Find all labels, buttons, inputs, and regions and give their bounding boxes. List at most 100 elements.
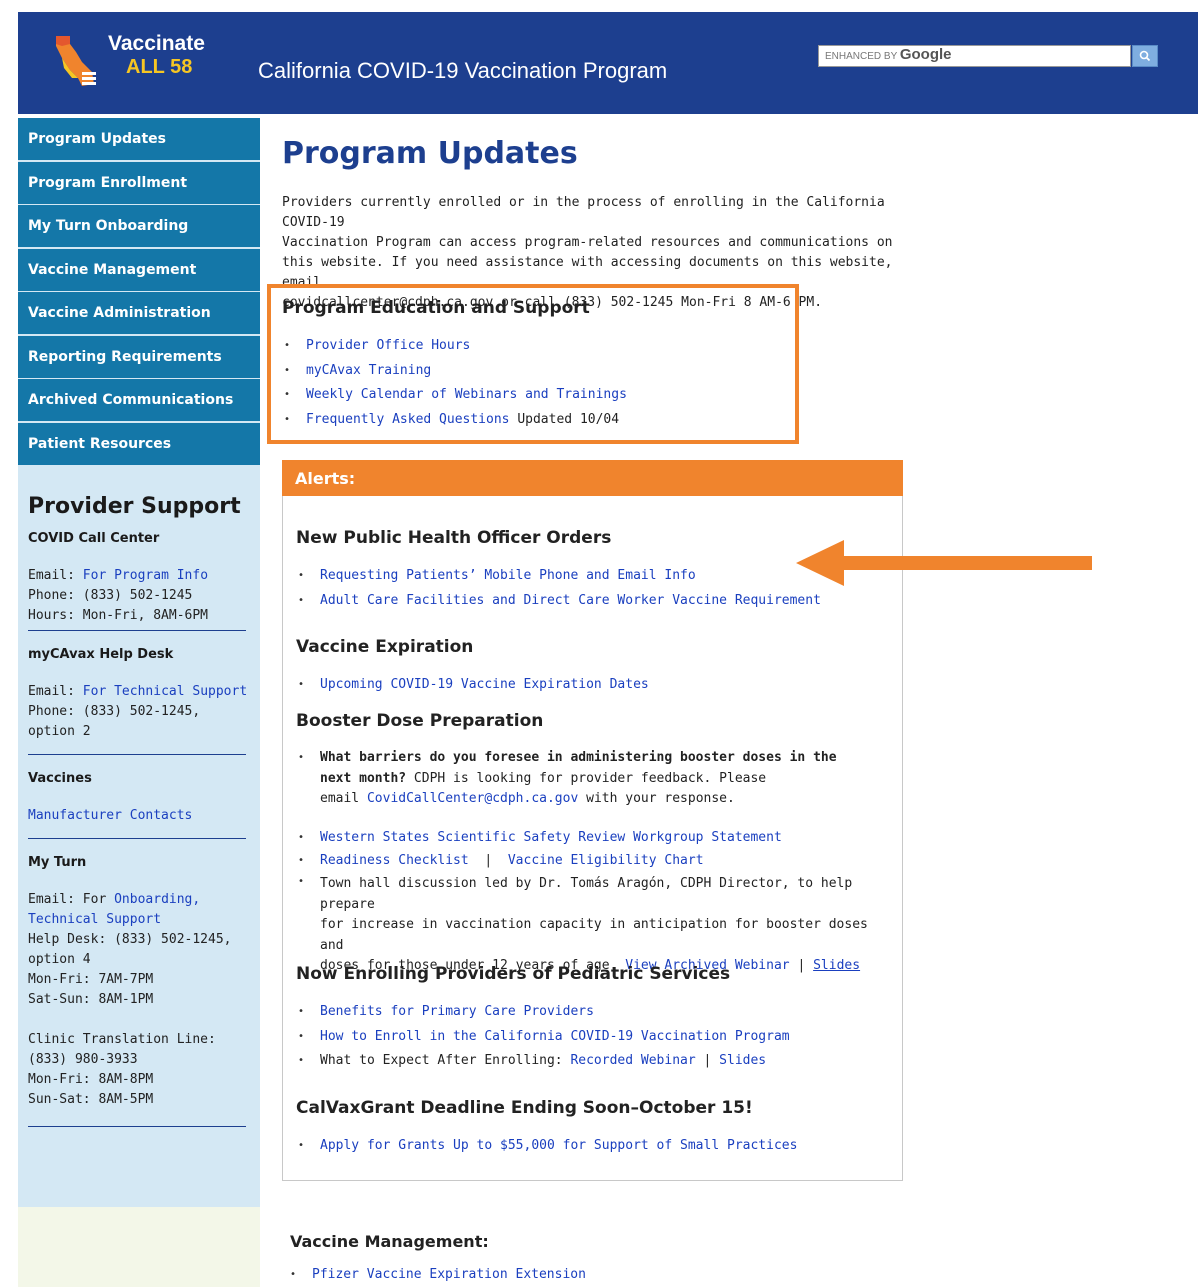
sidebar-item-vaccine-administration[interactable]: Vaccine Administration [18,292,260,334]
adult-care-link[interactable]: Adult Care Facilities and Direct Care Wo… [320,593,821,608]
patients-info-link[interactable]: Requesting Patients’ Mobile Phone and Em… [320,568,696,583]
my-turn-hours-weekend: Sat-Sun: 8AM-1PM [28,992,154,1007]
manufacturer-contacts-link[interactable]: Manufacturer Contacts [28,808,192,823]
translation-line-phone: (833) 980-3933 [28,1052,138,1067]
pediatric-slides-link[interactable]: Slides [719,1053,766,1068]
western-states-link[interactable]: Western States Scientific Safety Review … [320,830,782,845]
mycavax-training-link[interactable]: myCAvax Training [306,363,431,378]
link-separator: | [484,853,493,868]
eligibility-chart-link[interactable]: Vaccine Eligibility Chart [508,853,704,868]
sidebar-nav: Program Updates Program Enrollment My Tu… [18,118,260,466]
help-desk-phone: Phone: (833) 502-1245, [28,704,201,719]
sidebar-item-archived-communications[interactable]: Archived Communications [18,379,260,421]
provider-support-title: Provider Support [28,494,241,519]
sidebar-item-vaccine-management[interactable]: Vaccine Management [18,248,260,291]
list-item: Weekly Calendar of Webinars and Training… [282,383,792,408]
faq-link[interactable]: Frequently Asked Questions [306,412,510,427]
technical-support-link[interactable]: Technical Support [28,912,161,927]
weekly-calendar-link[interactable]: Weekly Calendar of Webinars and Training… [306,387,627,402]
list-item: Provider Office Hours [282,334,792,359]
what-to-expect-text: What to Expect After Enrolling: [320,1053,571,1068]
list-item: Adult Care Facilities and Direct Care Wo… [296,589,886,614]
sidebar-item-my-turn-onboarding[interactable]: My Turn Onboarding [18,205,260,247]
search-icon [1139,50,1151,62]
grant-list: Apply for Grants Up to $55,000 for Suppo… [296,1134,886,1159]
pfizer-expiration-link[interactable]: Pfizer Vaccine Expiration Extension [312,1267,586,1282]
readiness-checklist-link[interactable]: Readiness Checklist [320,853,469,868]
booster-links-list: Western States Scientific Safety Review … [296,826,886,977]
intro-line: Vaccination Program can access program-r… [282,235,893,250]
help-desk-email-label: Email: [28,684,75,699]
search-button[interactable] [1132,45,1158,67]
apply-grants-link[interactable]: Apply for Grants Up to $55,000 for Suppo… [320,1138,797,1153]
booster-email-link[interactable]: CovidCallCenter@cdph.ca.gov [367,791,578,806]
my-turn-option: option 4 [28,952,91,967]
provider-office-hours-link[interactable]: Provider Office Hours [306,338,470,353]
help-desk-option: option 2 [28,724,91,739]
vaccine-management-title: Vaccine Management: [290,1232,489,1251]
sidebar-item-program-updates[interactable]: Program Updates [18,118,260,160]
recorded-webinar-link[interactable]: Recorded Webinar [570,1053,695,1068]
translation-hours-1: Mon-Fri: 8AM-8PM [28,1072,154,1087]
booster-question-list: What barriers do you foresee in administ… [296,748,886,810]
list-item: What to Expect After Enrolling: Recorded… [296,1049,886,1074]
list-item: Town hall discussion led by Dr. Tomás Ar… [296,872,886,977]
call-center-email-label: Email: [28,568,75,583]
search-enhanced-label: ENHANCED BY [825,51,898,62]
page: Vaccinate ALL 58 California COVID-19 Vac… [0,0,1199,1287]
townhall-slides-link[interactable]: Slides [813,958,860,973]
list-item: myCAvax Training [282,359,792,384]
sidebar-item-patient-resources[interactable]: Patient Resources [18,422,260,465]
list-item: Benefits for Primary Care Providers [296,1000,886,1025]
call-center-hours: Hours: Mon-Fri, 8AM-6PM [28,608,209,623]
search-input[interactable]: ENHANCED BY Google [818,45,1131,67]
translation-hours-2: Sun-Sat: 8AM-5PM [28,1092,154,1107]
vaccine-management-list: Pfizer Vaccine Expiration Extension [288,1265,888,1285]
translation-line-title: Clinic Translation Line: [28,1032,216,1047]
my-turn-help-desk: Help Desk: (833) 502-1245, [28,932,232,947]
list-item: What barriers do you foresee in administ… [296,748,886,810]
benefits-link[interactable]: Benefits for Primary Care Providers [320,1004,594,1019]
list-item: Apply for Grants Up to $55,000 for Suppo… [296,1134,886,1159]
vaccinate-all-58-logo[interactable]: Vaccinate ALL 58 [52,32,205,92]
faq-updated-note: Updated 10/04 [509,411,620,427]
call-center-email-link[interactable]: For Program Info [83,568,208,583]
how-to-enroll-link[interactable]: How to Enroll in the California COVID-19… [320,1029,790,1044]
booster-email-suffix: with your response. [578,791,735,806]
provider-support: Provider Support COVID Call Center Email… [28,494,248,1127]
expiration-dates-link[interactable]: Upcoming COVID-19 Vaccine Expiration Dat… [320,677,649,692]
booster-question: What barriers do you foresee in administ… [320,750,837,765]
list-item: Upcoming COVID-19 Vaccine Expiration Dat… [296,673,886,698]
google-logo: Google [899,46,952,63]
divider [28,1126,246,1127]
sidebar-footer [18,1207,260,1287]
help-desk-email-link[interactable]: For Technical Support [83,684,247,699]
list-item: Pfizer Vaccine Expiration Extension [288,1265,888,1285]
list-item: How to Enroll in the California COVID-19… [296,1025,886,1050]
sidebar-item-reporting-requirements[interactable]: Reporting Requirements [18,335,260,378]
phoo-title: New Public Health Officer Orders [296,528,612,548]
intro-line: Providers currently enrolled or in the p… [282,195,885,230]
page-title: Program Updates [282,136,578,171]
sidebar-item-program-enrollment[interactable]: Program Enrollment [18,161,260,204]
call-center-title: COVID Call Center [28,531,160,546]
expiration-title: Vaccine Expiration [296,637,474,657]
education-list: Provider Office Hours myCAvax Training W… [282,334,792,432]
grant-title: CalVaxGrant Deadline Ending Soon–October… [296,1098,753,1118]
onboarding-link[interactable]: Onboarding, [114,892,200,907]
pediatric-title: Now Enrolling Providers of Pediatric Ser… [296,964,731,984]
education-title: Program Education and Support [282,298,590,318]
california-map-icon [56,36,96,86]
help-desk-title: myCAvax Help Desk [28,647,174,662]
booster-question-tail: next month? [320,770,407,786]
my-turn-title: My Turn [28,855,87,870]
booster-feedback-text: CDPH is looking for provider feedback. P… [406,770,767,786]
list-item: Readiness Checklist | Vaccine Eligibilit… [296,849,886,872]
site-title: California COVID-19 Vaccination Program [258,58,668,83]
call-center-phone: Phone: (833) 502-1245 [28,588,193,603]
booster-email-prefix: email [320,791,367,806]
my-turn-email-prefix: Email: For [28,892,107,907]
logo-line-1: Vaccinate [108,32,205,55]
list-item: Western States Scientific Safety Review … [296,826,886,849]
alerts-header: Alerts: [282,460,903,496]
